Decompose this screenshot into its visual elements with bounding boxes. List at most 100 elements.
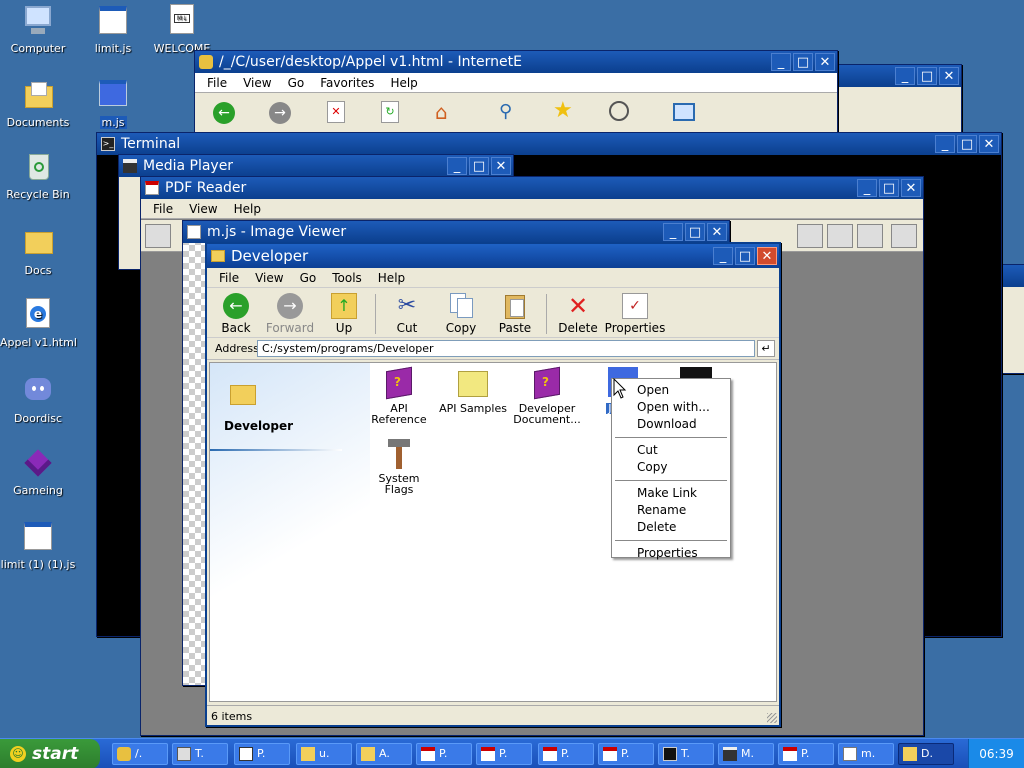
desktop-icon-docs[interactable]: Docs — [0, 226, 76, 277]
forward-icon[interactable]: → — [269, 102, 291, 124]
minimize-button[interactable]: _ — [857, 179, 877, 197]
minimize-button[interactable]: _ — [447, 157, 467, 175]
menu-file[interactable]: File — [211, 268, 247, 287]
close-button[interactable]: ✕ — [939, 67, 959, 85]
maximize-button[interactable]: □ — [469, 157, 489, 175]
back-button[interactable]: ← Back — [209, 292, 263, 335]
maximize-button[interactable]: □ — [957, 135, 977, 153]
file-api-reference[interactable]: ? API Reference — [364, 366, 434, 425]
close-button[interactable]: ✕ — [979, 135, 999, 153]
close-button[interactable]: ✕ — [707, 223, 727, 241]
menu-item-rename[interactable]: Rename — [612, 502, 730, 519]
task-image-viewer[interactable]: m. — [838, 743, 894, 765]
menu-help[interactable]: Help — [370, 268, 413, 287]
task-pdf-5[interactable]: P. — [778, 743, 834, 765]
task-folder-a[interactable]: A. — [356, 743, 412, 765]
stop-icon[interactable]: ✕ — [327, 101, 345, 123]
maximize-button[interactable]: □ — [879, 179, 899, 197]
maximize-button[interactable]: □ — [793, 53, 813, 71]
print-icon[interactable] — [857, 224, 883, 248]
history-icon[interactable] — [609, 101, 629, 121]
desktop-icon-recycle-bin[interactable]: Recycle Bin — [0, 150, 76, 201]
back-icon[interactable]: ← — [213, 102, 235, 124]
menu-file[interactable]: File — [199, 73, 235, 92]
go-button[interactable]: ↵ — [757, 340, 775, 357]
minimize-button[interactable]: _ — [935, 135, 955, 153]
task-pdf-2[interactable]: P. — [476, 743, 532, 765]
menu-item-cut[interactable]: Cut — [612, 442, 730, 459]
background-window[interactable] — [1000, 264, 1024, 374]
menu-item-open-with[interactable]: Open with... — [612, 399, 730, 416]
task-ie[interactable]: /. — [112, 743, 168, 765]
menu-file[interactable]: File — [145, 199, 181, 218]
search-icon[interactable]: ⚲ — [499, 101, 521, 123]
task-pdf-3[interactable]: P. — [538, 743, 594, 765]
minimize-button[interactable]: _ — [771, 53, 791, 71]
maximize-button[interactable]: □ — [685, 223, 705, 241]
desktop-icon-m-js[interactable]: m.js — [75, 78, 151, 129]
up-button[interactable]: ↑ Up — [317, 292, 371, 335]
desktop-icon-doordisc[interactable]: Doordisc — [0, 374, 76, 425]
favorites-icon[interactable]: ★ — [553, 99, 577, 123]
file-api-samples[interactable]: API Samples — [438, 367, 508, 414]
comment-icon[interactable] — [797, 224, 823, 248]
minimize-button[interactable]: _ — [713, 247, 733, 265]
minimize-button[interactable]: _ — [663, 223, 683, 241]
desktop-icon-appel-html[interactable]: e Appel v1.html — [0, 298, 77, 349]
file-developer-document[interactable]: ? Developer Document... — [512, 366, 582, 425]
task-developer[interactable]: D. — [898, 743, 954, 765]
menu-help[interactable]: Help — [382, 73, 425, 92]
start-button[interactable]: ☺ start — [0, 739, 100, 768]
desktop-icon-welcome[interactable]: M↓ WELCOME — [144, 4, 220, 55]
menu-item-copy[interactable]: Copy — [612, 459, 730, 476]
menu-item-download[interactable]: Download — [612, 416, 730, 433]
menu-view[interactable]: View — [181, 199, 225, 218]
task-pdf-4[interactable]: P. — [598, 743, 654, 765]
menu-go[interactable]: Go — [280, 73, 313, 92]
sidebar-toggle-icon[interactable] — [145, 224, 171, 248]
task-terminal[interactable]: T. — [172, 743, 228, 765]
task-media-player[interactable]: M. — [718, 743, 774, 765]
fullscreen-icon[interactable] — [673, 103, 695, 121]
close-button[interactable]: ✕ — [901, 179, 921, 197]
forward-button[interactable]: → Forward — [263, 292, 317, 335]
task-pdf-1[interactable]: P. — [416, 743, 472, 765]
close-button[interactable]: ✕ — [815, 53, 835, 71]
close-button[interactable]: ✕ — [491, 157, 511, 175]
menu-item-open[interactable]: Open — [612, 382, 730, 399]
copy-button[interactable]: Copy — [434, 292, 488, 335]
menu-favorites[interactable]: Favorites — [312, 73, 382, 92]
desktop-icon-limit-1-1-js[interactable]: limit (1) (1).js — [0, 520, 76, 571]
home-icon[interactable]: ⌂ — [435, 101, 457, 123]
properties-button[interactable]: ✓ Properties — [605, 292, 665, 335]
task-terminal-2[interactable]: T. — [658, 743, 714, 765]
resize-grip-icon[interactable] — [767, 713, 777, 723]
close-button[interactable]: ✕ — [757, 247, 777, 265]
desktop-icon-limit-js[interactable]: limit.js — [75, 4, 151, 55]
background-window[interactable]: _ □ ✕ — [820, 64, 962, 134]
menu-tools[interactable]: Tools — [324, 268, 370, 287]
file-system-flags[interactable]: System Flags — [364, 437, 434, 495]
menu-go[interactable]: Go — [292, 268, 325, 287]
address-input[interactable]: C:/system/programs/Developer — [257, 340, 755, 357]
desktop-icon-documents[interactable]: Documents — [0, 78, 76, 129]
delete-button[interactable]: ✕ Delete — [551, 293, 605, 335]
maximize-button[interactable]: □ — [917, 67, 937, 85]
minimize-button[interactable]: _ — [895, 67, 915, 85]
refresh-icon[interactable]: ↻ — [381, 101, 399, 123]
menu-item-properties[interactable]: Properties — [612, 545, 730, 562]
menu-item-delete[interactable]: Delete — [612, 519, 730, 536]
ie-window[interactable]: /_/C/user/desktop/Appel v1.html - Intern… — [194, 50, 838, 140]
menu-item-make-link[interactable]: Make Link — [612, 485, 730, 502]
desktop-icon-computer[interactable]: Computer — [0, 4, 76, 55]
paste-button[interactable]: Paste — [488, 293, 542, 335]
task-folder-u[interactable]: u. — [296, 743, 352, 765]
maximize-button[interactable]: □ — [735, 247, 755, 265]
task-markdown[interactable]: P. — [234, 743, 290, 765]
menu-help[interactable]: Help — [226, 199, 269, 218]
cut-button[interactable]: ✂ Cut — [380, 293, 434, 335]
tools-icon[interactable] — [891, 224, 917, 248]
menu-view[interactable]: View — [247, 268, 291, 287]
desktop-icon-gameing[interactable]: Gameing — [0, 446, 76, 497]
open-folder-icon[interactable] — [827, 224, 853, 248]
